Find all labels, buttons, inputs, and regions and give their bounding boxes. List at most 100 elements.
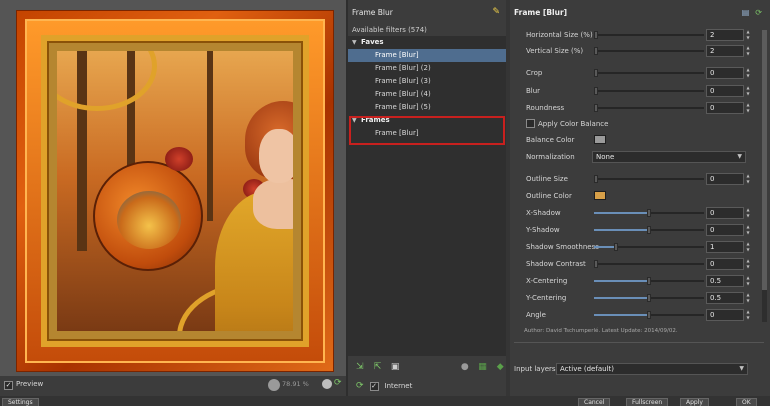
tree-item[interactable]: Frame [Blur] (4) (348, 88, 506, 101)
param-slider[interactable] (594, 260, 704, 268)
spin-arrows-icon[interactable]: ▲ ▼ (744, 45, 752, 57)
param-slider[interactable] (594, 104, 704, 112)
save-icon[interactable]: ▣ (389, 361, 401, 373)
color-swatch[interactable] (594, 191, 606, 200)
apply-button[interactable]: Apply (680, 398, 709, 406)
tree-item[interactable]: Frame [Blur] (348, 49, 506, 62)
slider-fill (594, 314, 649, 316)
spin-arrows-icon[interactable]: ▲ ▼ (744, 224, 752, 236)
settings-button[interactable]: Settings (2, 398, 39, 406)
reset-icon[interactable]: ⟳ (755, 8, 762, 17)
param-value-field[interactable]: 2 (706, 29, 744, 41)
divider (514, 342, 764, 343)
color-swatch[interactable] (594, 135, 606, 144)
param-value-field[interactable]: 0 (706, 85, 744, 97)
param-value-field[interactable]: 0 (706, 173, 744, 185)
zoom-value[interactable]: 78.91 % (282, 380, 309, 388)
spin-arrows-icon[interactable]: ▲ ▼ (744, 241, 752, 253)
param-value-field[interactable]: 0.5 (706, 275, 744, 287)
input-layers-select[interactable]: Active (default) ▼ (556, 363, 748, 375)
slider-handle[interactable] (594, 175, 598, 183)
param-value-field[interactable]: 0.5 (706, 292, 744, 304)
tree-item[interactable]: Frame [Blur] (2) (348, 62, 506, 75)
spin-arrows-icon[interactable]: ▲ ▼ (744, 85, 752, 97)
spin-arrows-icon[interactable]: ▲ ▼ (744, 29, 752, 41)
param-value-field[interactable]: 0 (706, 309, 744, 321)
spin-arrows-icon[interactable]: ▲ ▼ (744, 173, 752, 185)
param-slider[interactable] (594, 243, 704, 251)
spin-arrows-icon[interactable]: ▲ ▼ (744, 309, 752, 321)
slider-handle[interactable] (594, 69, 598, 77)
spin-arrows-icon[interactable]: ▲ ▼ (744, 275, 752, 287)
slider-handle[interactable] (594, 260, 598, 268)
slider-handle[interactable] (594, 31, 599, 39)
expand-icon[interactable]: ◆ (494, 361, 506, 373)
select-icon[interactable]: ▦ (477, 361, 489, 373)
slider-fill (594, 229, 649, 231)
refresh-icon[interactable]: ⟳ (334, 378, 342, 388)
slider-handle[interactable] (614, 243, 618, 251)
param-value-field[interactable]: 0 (706, 102, 744, 114)
zoom-out-icon[interactable] (268, 379, 280, 391)
param-value-field[interactable]: 0 (706, 67, 744, 79)
spin-arrows-icon[interactable]: ▲ ▼ (744, 67, 752, 79)
param-slider[interactable] (594, 175, 704, 183)
param-slider[interactable] (594, 31, 704, 39)
spin-arrows-icon[interactable]: ▲ ▼ (744, 102, 752, 114)
filter-search-field[interactable]: Frame Blur (352, 8, 393, 17)
param-slider[interactable] (594, 87, 704, 95)
spin-arrows-icon[interactable]: ▲ ▼ (744, 207, 752, 219)
fullscreen-button[interactable]: Fullscreen (626, 398, 669, 406)
clear-search-icon[interactable]: ✎ (492, 7, 500, 17)
param-value-field[interactable]: 0 (706, 258, 744, 270)
slider-handle[interactable] (594, 104, 598, 112)
woman-skin (253, 179, 293, 229)
add-fave-icon[interactable]: ⇲ (354, 361, 366, 373)
slider-handle[interactable] (647, 209, 651, 217)
scrollbar-thumb[interactable] (762, 30, 767, 290)
param-row: Outline Color (510, 189, 760, 203)
zoom-in-icon[interactable] (322, 379, 332, 389)
param-slider[interactable] (594, 47, 704, 55)
ok-button[interactable]: OK (736, 398, 757, 406)
filter-tree[interactable]: ▼ Faves Frame [Blur] Frame [Blur] (2) Fra… (348, 36, 506, 356)
param-slider[interactable] (594, 277, 704, 285)
import-fave-icon[interactable]: ⇱ (372, 361, 384, 373)
cancel-button[interactable]: Cancel (578, 398, 611, 406)
slider-handle[interactable] (647, 294, 651, 302)
param-slider[interactable] (594, 311, 704, 319)
param-slider[interactable] (594, 69, 704, 77)
normalization-select[interactable]: None ▼ (592, 151, 746, 163)
param-value-field[interactable]: 1 (706, 241, 744, 253)
available-filters-count: Available filters (574) (352, 26, 427, 34)
preview-image[interactable] (16, 10, 334, 372)
slider-handle[interactable] (647, 277, 651, 285)
slider-handle[interactable] (647, 311, 651, 319)
copy-icon[interactable]: ▤ (742, 8, 750, 17)
slider-handle[interactable] (647, 226, 651, 234)
spin-arrows-icon[interactable]: ▲ ▼ (744, 258, 752, 270)
apply-color-balance-checkbox[interactable] (526, 119, 535, 128)
param-slider[interactable] (594, 226, 704, 234)
param-slider[interactable] (594, 209, 704, 217)
preview-checkbox[interactable]: ✓ (4, 381, 13, 390)
tree-item[interactable]: Frame [Blur] (3) (348, 75, 506, 88)
param-value-field[interactable]: 2 (706, 45, 744, 57)
expand-arrow-icon[interactable]: ▼ (352, 36, 361, 49)
slider-handle[interactable] (594, 87, 598, 95)
input-layers-value: Active (default) (560, 365, 614, 373)
param-value-field[interactable]: 0 (706, 224, 744, 236)
spin-arrows-icon[interactable]: ▲ ▼ (744, 292, 752, 304)
param-label: Crop (526, 69, 543, 77)
visibility-icon[interactable]: ● (459, 361, 471, 373)
internet-checkbox[interactable]: ✓ (369, 381, 379, 391)
tree-category-faves[interactable]: ▼ Faves (348, 36, 506, 49)
preview-pane (0, 0, 346, 376)
update-icon[interactable]: ⟳ (356, 381, 364, 391)
parameters-scrollbar[interactable] (762, 30, 767, 322)
param-value-field[interactable]: 0 (706, 207, 744, 219)
param-slider[interactable] (594, 294, 704, 302)
slider-handle[interactable] (594, 47, 599, 55)
tree-item[interactable]: Frame [Blur] (5) (348, 101, 506, 114)
castle-window (117, 191, 181, 249)
